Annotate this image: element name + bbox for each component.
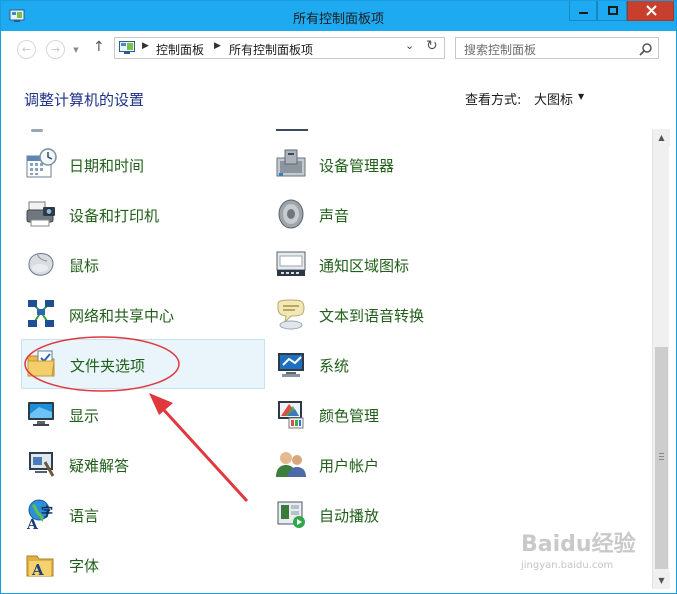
back-button[interactable]: ←	[17, 40, 36, 59]
item-label: 疑难解答	[69, 457, 130, 475]
system-icon	[278, 353, 304, 377]
item-label: 设备管理器	[319, 157, 395, 175]
item-label: 文本到语音转换	[319, 307, 425, 325]
control-panel-small-icon	[119, 41, 135, 54]
view-by-dropdown-arrow-icon[interactable]: ▼	[578, 92, 584, 101]
close-button[interactable]	[627, 1, 674, 21]
item-folder-options[interactable]: 文件夹选项	[21, 339, 265, 389]
page-title: 调整计算机的设置	[24, 91, 145, 109]
breadcrumb-all-items[interactable]: 所有控制面板项	[229, 41, 313, 58]
item-user-accounts[interactable]: 用户帐户	[271, 441, 511, 487]
view-by-label: 查看方式:	[465, 93, 522, 108]
language-globe-icon: A 字	[26, 499, 53, 530]
network-icon	[28, 300, 54, 327]
item-device-manager[interactable]: 设备管理器	[271, 141, 511, 187]
item-label: 通知区域图标	[319, 257, 410, 275]
item-mouse[interactable]: 鼠标	[21, 241, 261, 287]
item-label: 设备和打印机	[69, 207, 160, 225]
notification-area-icon	[276, 251, 306, 276]
item-notification-area-icons[interactable]: 通知区域图标	[271, 241, 511, 287]
breadcrumb-separator-icon[interactable]: ▶	[142, 41, 149, 51]
mouse-icon	[28, 253, 54, 276]
item-network-sharing[interactable]: 网络和共享中心	[21, 291, 261, 337]
svg-text:A: A	[26, 517, 39, 530]
up-arrow-icon: ↑	[93, 39, 105, 55]
speech-bubble-icon	[277, 299, 305, 330]
item-label: 声音	[319, 207, 350, 225]
item-text-to-speech[interactable]: 文本到语音转换	[271, 291, 511, 337]
svg-text:A: A	[31, 561, 44, 579]
item-label: 颜色管理	[319, 407, 380, 425]
autoplay-icon	[277, 501, 305, 528]
item-language[interactable]: A 字 语言	[21, 491, 261, 537]
troubleshoot-icon	[29, 452, 55, 477]
calendar-clock-icon	[26, 148, 57, 178]
item-date-time[interactable]: 日期和时间	[21, 141, 261, 187]
item-label: 语言	[69, 507, 100, 525]
item-label: 自动播放	[319, 507, 380, 525]
baidu-watermark: Baidu经验 jingyan.baidu.com	[521, 526, 651, 581]
minimize-button[interactable]	[569, 1, 597, 21]
minimize-icon	[579, 12, 588, 14]
navigation-bar: ← → ▼ ↑ ▶ 控制面板 ▶ 所有控制面板项 ⌄ ↻ 搜索控制面板	[1, 31, 676, 67]
chevron-down-icon[interactable]: ⌄	[405, 39, 414, 52]
item-fonts[interactable]: A 字体	[21, 541, 261, 587]
item-label: 网络和共享中心	[69, 307, 175, 325]
item-label: 鼠标	[69, 257, 100, 275]
address-bar[interactable]: ▶ 控制面板 ▶ 所有控制面板项 ⌄ ↻	[114, 37, 445, 59]
forward-arrow-icon: →	[50, 43, 61, 56]
search-input[interactable]: 搜索控制面板	[455, 37, 659, 59]
color-management-icon	[278, 401, 304, 429]
svg-text:字: 字	[41, 504, 53, 519]
item-troubleshooting[interactable]: 疑难解答	[21, 441, 261, 487]
back-arrow-icon: ←	[21, 43, 32, 56]
scrollbar-grip	[659, 456, 664, 457]
scrollbar-thumb[interactable]	[655, 347, 668, 569]
device-manager-icon	[276, 149, 306, 177]
refresh-icon[interactable]: ↻	[426, 38, 438, 54]
printer-camera-icon	[26, 201, 55, 227]
scroll-down-button[interactable]: ▼	[653, 572, 670, 589]
item-label: 显示	[69, 407, 100, 425]
item-system[interactable]: 系统	[271, 341, 511, 387]
vertical-scrollbar[interactable]: ▲ ▼	[652, 129, 670, 589]
user-accounts-icon	[276, 452, 306, 477]
item-sound[interactable]: 声音	[271, 191, 511, 237]
maximize-button[interactable]	[597, 1, 627, 21]
up-button[interactable]: ↑	[93, 39, 105, 55]
recent-locations-button[interactable]: ▼	[71, 45, 81, 55]
watermark-text: Baidu经验	[521, 532, 636, 557]
control-panel-window: 所有控制面板项 ← → ▼ ↑ ▶ 控制面板 ▶ 所有控制面板项 ⌄ ↻ 搜索控…	[0, 0, 677, 594]
view-by-dropdown[interactable]: 大图标	[534, 89, 573, 108]
watermark-url: jingyan.baidu.com	[521, 560, 614, 571]
partial-item-top-left	[31, 129, 43, 132]
search-icon[interactable]	[639, 42, 653, 56]
title-bar[interactable]: 所有控制面板项	[1, 1, 676, 31]
breadcrumb-control-panel[interactable]: 控制面板	[156, 41, 204, 58]
search-placeholder: 搜索控制面板	[464, 43, 537, 57]
control-panel-items: 日期和时间 设备和打印机 鼠标 网络和共享中心 文件夹选项 显示 疑难解答 A …	[1, 129, 651, 593]
item-label: 日期和时间	[69, 157, 145, 175]
item-autoplay[interactable]: 自动播放	[271, 491, 511, 537]
speaker-icon	[278, 199, 304, 229]
item-label: 字体	[69, 557, 100, 575]
item-label: 用户帐户	[319, 457, 380, 475]
item-label: 文件夹选项	[70, 357, 146, 375]
maximize-icon	[608, 6, 618, 15]
scroll-up-button[interactable]: ▲	[653, 129, 670, 146]
folder-options-icon	[27, 350, 55, 377]
breadcrumb-separator-icon[interactable]: ▶	[214, 41, 221, 51]
item-color-management[interactable]: 颜色管理	[271, 391, 511, 437]
item-display[interactable]: 显示	[21, 391, 261, 437]
monitor-icon	[28, 402, 54, 426]
partial-item-top-right	[276, 129, 308, 131]
item-label: 系统	[319, 357, 350, 375]
scrollbar-grip	[659, 453, 664, 454]
close-icon	[646, 5, 657, 16]
item-devices-printers[interactable]: 设备和打印机	[21, 191, 261, 237]
forward-button[interactable]: →	[46, 40, 65, 59]
font-folder-icon: A	[26, 555, 54, 579]
scrollbar-grip	[659, 459, 664, 460]
